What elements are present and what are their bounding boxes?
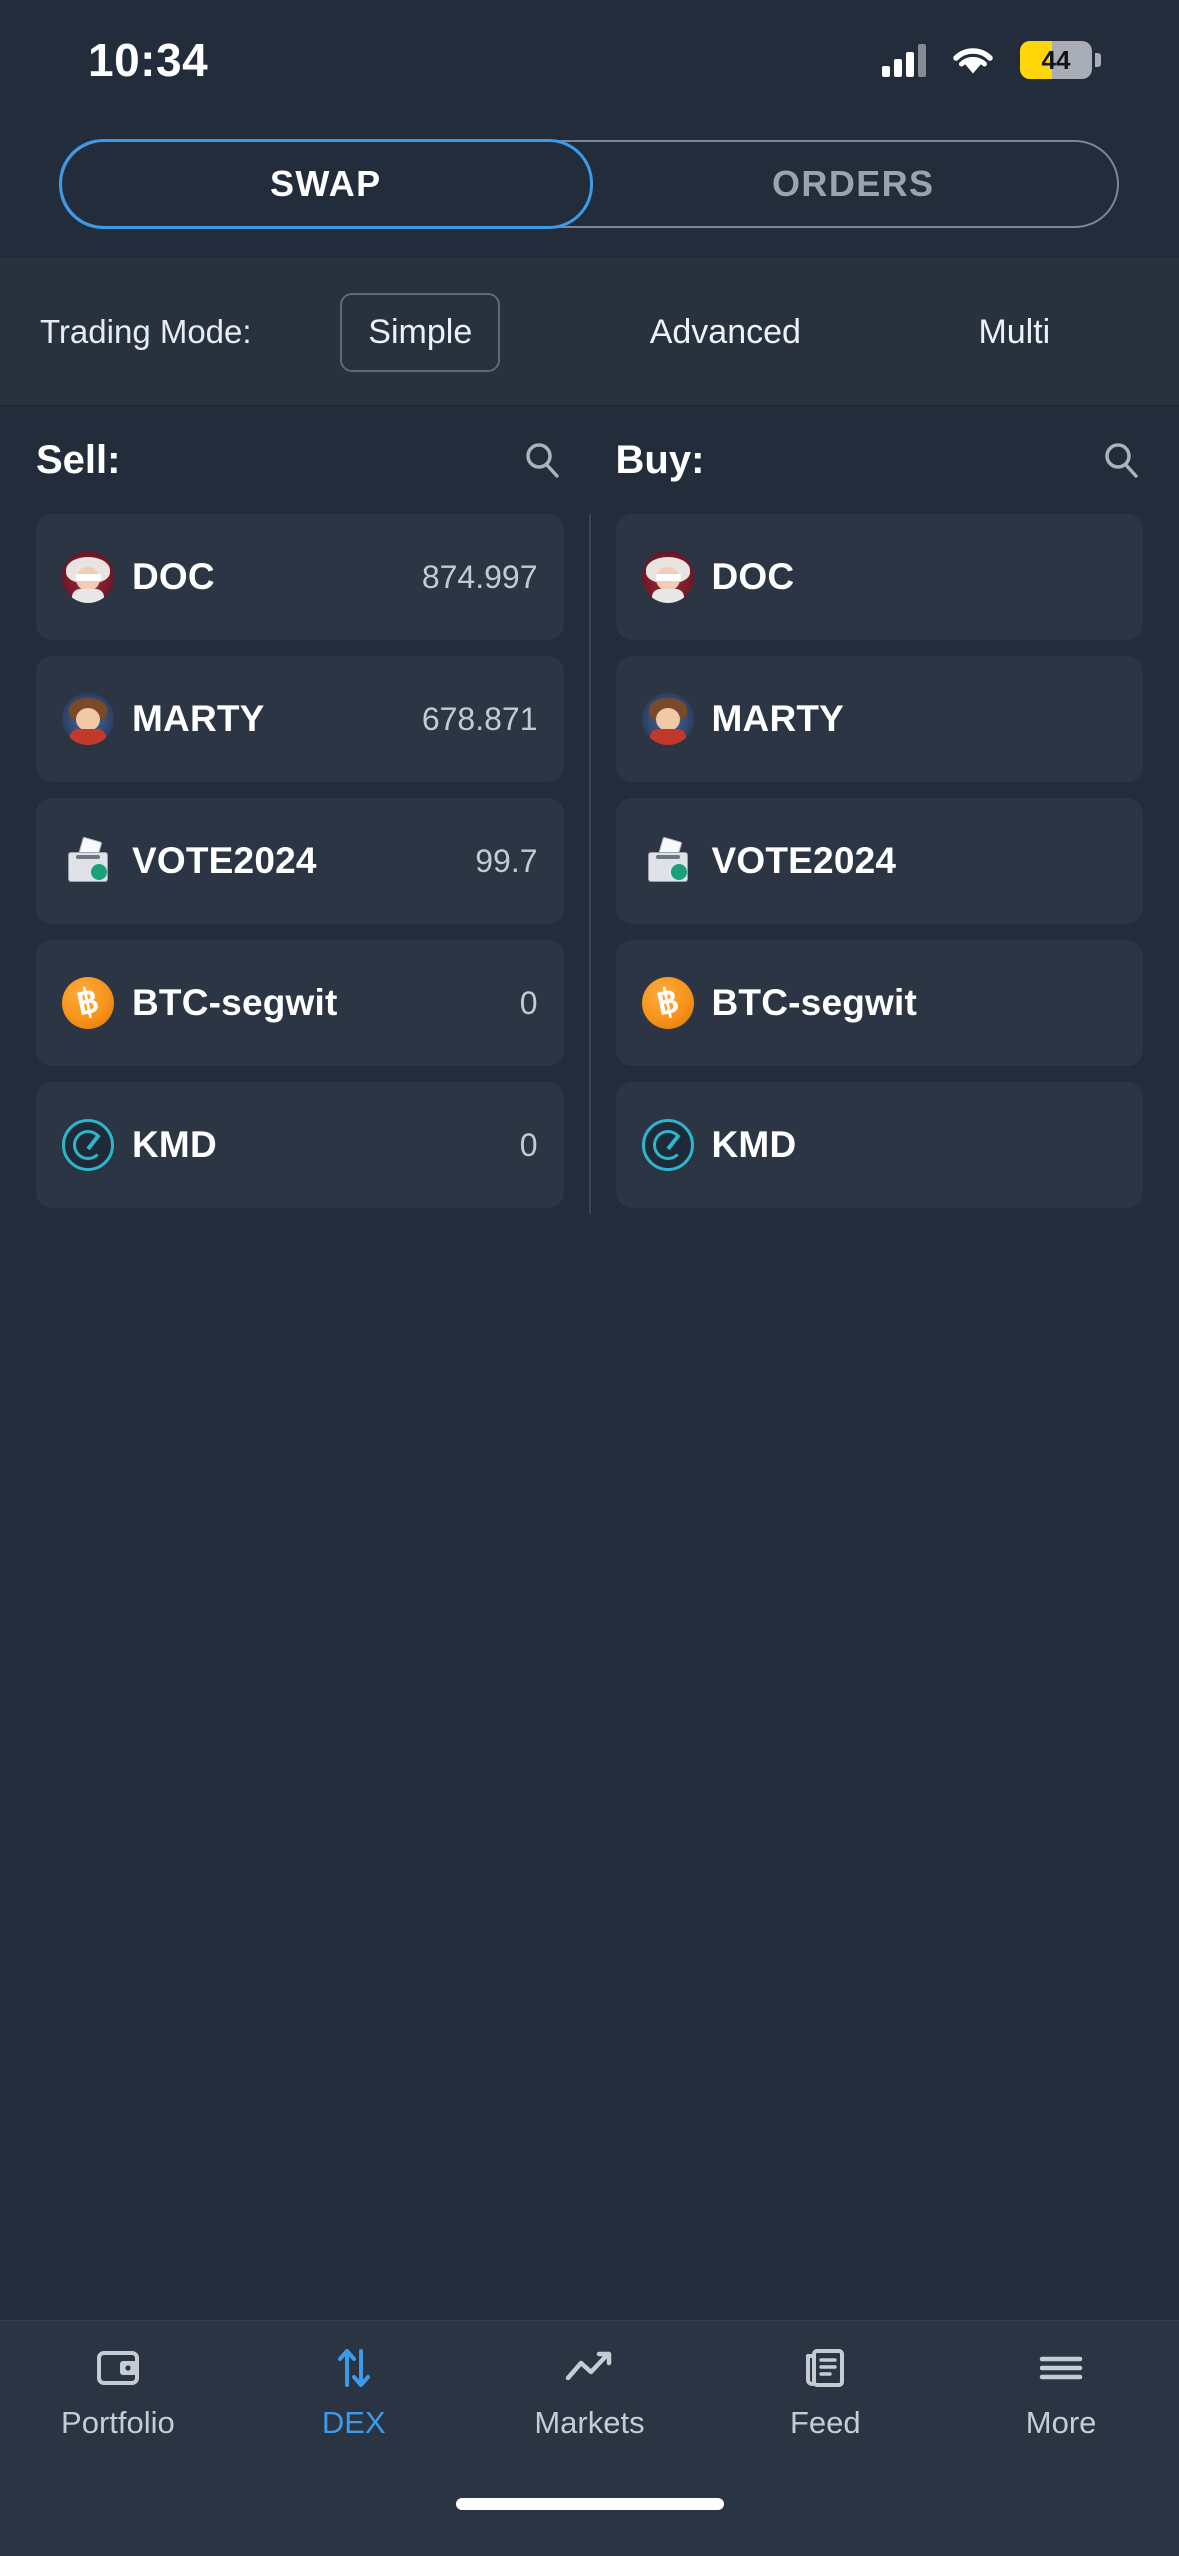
sell-coin-row-kmd[interactable]: KMD 0: [36, 1082, 564, 1208]
buy-coin-name: BTC-segwit: [711, 982, 917, 1023]
kmd-coin-icon: [641, 1119, 694, 1171]
cellular-signal-icon: [882, 43, 926, 77]
sell-coin-name: BTC-segwit: [132, 982, 338, 1023]
nav-item-portfolio-label: Portfolio: [61, 2405, 175, 2440]
trading-mode-label: Trading Mode:: [40, 313, 252, 350]
marty-coin-icon: [641, 693, 694, 745]
buy-coin-row-marty[interactable]: MARTY: [615, 656, 1143, 782]
nav-item-feed[interactable]: Feed: [707, 2343, 943, 2441]
sell-coin-balance: 99.7: [475, 842, 538, 879]
buy-coin-name: KMD: [711, 1124, 797, 1165]
hamburger-menu-icon: [1036, 2343, 1086, 2393]
doc-coin-icon: [641, 551, 694, 603]
sell-column: Sell: DOC 874.997 MARTY 678.871 VOTE2024…: [0, 406, 590, 1224]
nav-item-more[interactable]: More: [943, 2343, 1179, 2441]
btc-coin-icon: ฿: [62, 977, 114, 1029]
status-bar: 10:34 44: [0, 0, 1179, 120]
battery-percent: 44: [1041, 45, 1071, 75]
buy-title: Buy:: [615, 437, 705, 482]
btc-coin-icon: ฿: [641, 977, 694, 1029]
nav-item-markets[interactable]: Markets: [472, 2343, 708, 2441]
sell-coin-balance: 0: [519, 984, 538, 1021]
sell-title: Sell:: [36, 437, 121, 482]
nav-item-more-label: More: [1025, 2405, 1097, 2440]
swap-arrows-icon: [330, 2343, 378, 2393]
home-indicator[interactable]: [455, 2498, 724, 2510]
sell-coin-name: MARTY: [132, 698, 265, 739]
sell-coin-row-btc-segwit[interactable]: ฿ BTC-segwit 0: [36, 940, 564, 1066]
kmd-coin-icon: [62, 1119, 114, 1171]
buy-coin-name: MARTY: [711, 698, 845, 739]
nav-item-dex[interactable]: DEX: [236, 2343, 472, 2441]
tab-swap[interactable]: SWAP: [59, 139, 593, 229]
nav-item-feed-label: Feed: [789, 2405, 861, 2440]
doc-coin-icon: [62, 551, 114, 603]
sell-coin-row-doc[interactable]: DOC 874.997: [36, 514, 564, 640]
buy-coin-row-btc-segwit[interactable]: ฿ BTC-segwit: [615, 940, 1143, 1066]
trading-mode-simple[interactable]: Simple: [340, 292, 501, 372]
top-tab-bar: SWAP ORDERS: [0, 120, 1179, 258]
trading-mode-options: Simple Advanced Multi: [252, 292, 1139, 372]
nav-item-portfolio[interactable]: Portfolio: [0, 2343, 236, 2441]
sell-coin-row-marty[interactable]: MARTY 678.871: [36, 656, 564, 782]
trading-mode-simple-label: Simple: [368, 312, 473, 351]
marty-coin-icon: [62, 693, 114, 745]
trading-mode-advanced[interactable]: Advanced: [622, 293, 829, 372]
main-content: Sell: DOC 874.997 MARTY 678.871 VOTE2024…: [0, 406, 1179, 2320]
wallet-icon: [94, 2343, 142, 2393]
sell-coin-balance: 0: [519, 1126, 538, 1163]
tab-orders[interactable]: ORDERS: [590, 142, 1118, 226]
nav-item-dex-label: DEX: [321, 2405, 386, 2440]
news-icon: [802, 2343, 848, 2393]
sell-coin-name: KMD: [132, 1124, 217, 1165]
battery-icon: 44: [1020, 41, 1101, 79]
app-root: 10:34 44 SWAP ORDERS Trading Mode: Simpl…: [0, 0, 1179, 2556]
trading-mode-multi[interactable]: Multi: [950, 293, 1078, 372]
vote2024-coin-icon: [642, 835, 694, 887]
buy-column: Buy: DOC MARTY VOTE2024 ฿ BTC-segwit KMD: [590, 406, 1179, 1224]
tab-swap-label: SWAP: [269, 163, 382, 204]
sell-coin-name: VOTE2024: [132, 840, 317, 881]
trading-mode-multi-label: Multi: [978, 312, 1051, 351]
chart-line-icon: [563, 2343, 615, 2393]
segmented-control: SWAP ORDERS: [59, 139, 1119, 229]
home-indicator-area: [0, 2490, 1179, 2556]
wifi-icon: [950, 43, 996, 77]
sell-search-icon[interactable]: [520, 438, 564, 482]
buy-column-header: Buy:: [616, 406, 1144, 514]
status-bar-indicators: 44: [882, 41, 1101, 79]
bottom-navigation: Portfolio DEX Markets Feed More: [0, 2320, 1179, 2490]
trading-mode-advanced-label: Advanced: [649, 312, 801, 351]
sell-coin-balance: 678.871: [421, 700, 538, 737]
buy-coin-row-doc[interactable]: DOC: [615, 514, 1143, 640]
trading-mode-bar: Trading Mode: Simple Advanced Multi: [0, 258, 1179, 406]
buy-coin-name: DOC: [711, 556, 795, 597]
buy-coin-row-kmd[interactable]: KMD: [615, 1082, 1143, 1208]
sell-column-header: Sell:: [36, 406, 564, 514]
vote2024-coin-icon: [62, 835, 114, 887]
nav-item-markets-label: Markets: [534, 2405, 645, 2440]
status-bar-time: 10:34: [88, 34, 209, 86]
coin-columns: Sell: DOC 874.997 MARTY 678.871 VOTE2024…: [0, 406, 1179, 1224]
column-divider: [588, 514, 591, 1214]
sell-coin-name: DOC: [132, 556, 215, 597]
buy-coin-name: VOTE2024: [711, 840, 897, 881]
buy-coin-row-vote2024[interactable]: VOTE2024: [615, 798, 1143, 924]
sell-coin-row-vote2024[interactable]: VOTE2024 99.7: [36, 798, 564, 924]
content-empty-area: [0, 1224, 1179, 2320]
buy-search-icon[interactable]: [1099, 438, 1143, 482]
tab-orders-label: ORDERS: [772, 163, 935, 204]
sell-coin-balance: 874.997: [421, 558, 538, 595]
